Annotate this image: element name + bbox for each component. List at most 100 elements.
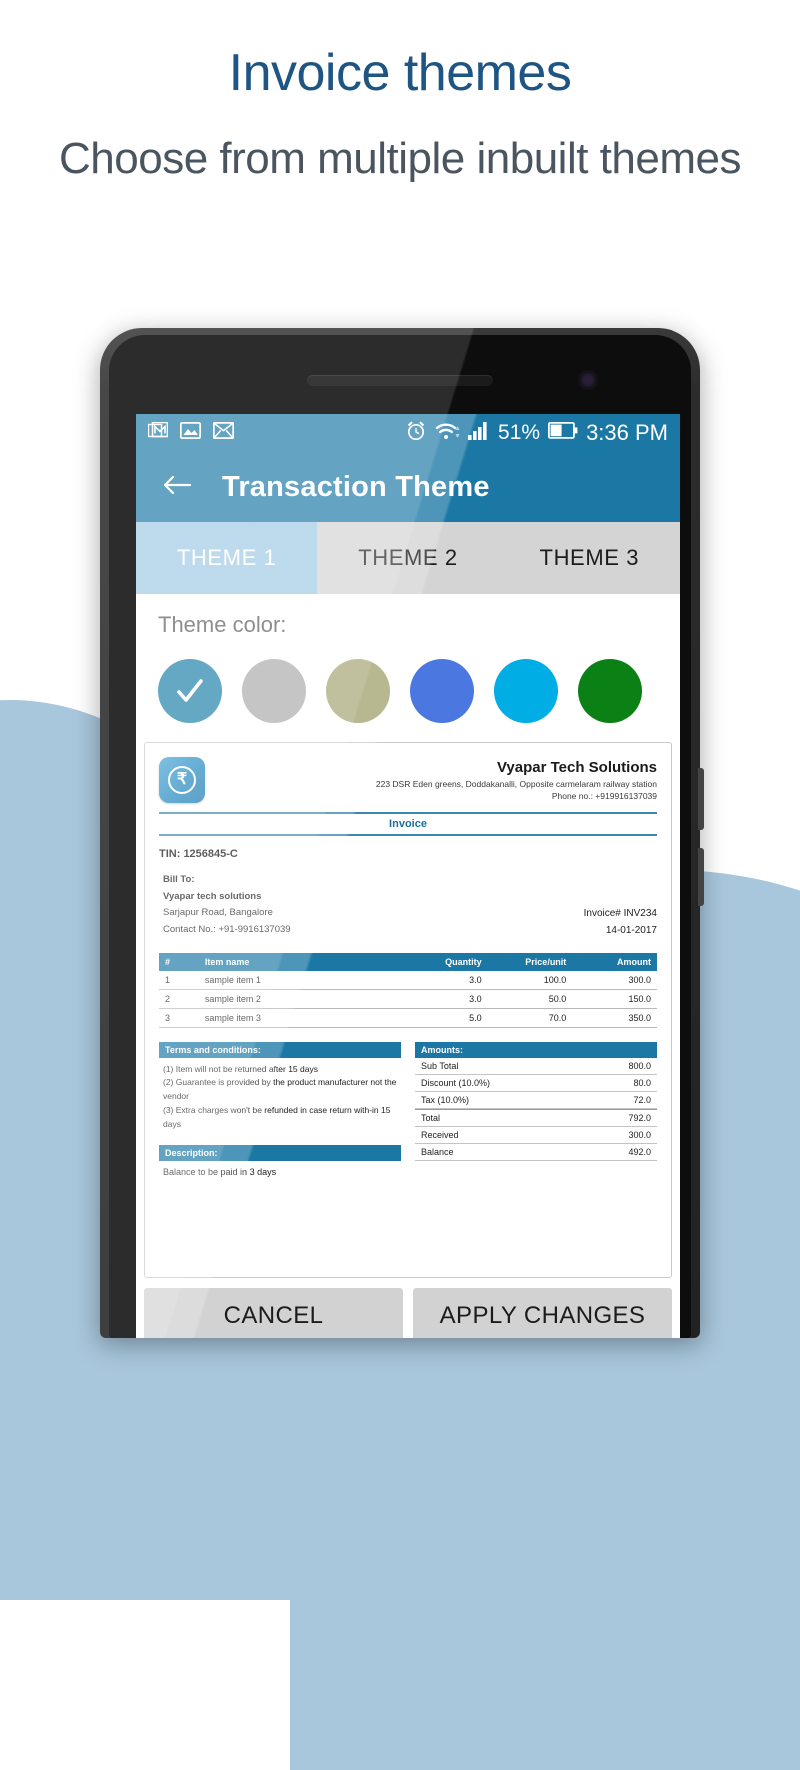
bill-to-name: Vyapar tech solutions: [163, 890, 262, 902]
amount-label: Discount (10.0%): [421, 1077, 491, 1088]
battery-icon: [548, 421, 578, 444]
invoice-tin: TIN: 1256845-C: [159, 848, 238, 860]
phone-screen: 51% 3:36 PM Transaction Theme THEME 1 TH…: [136, 414, 680, 1338]
terms-line-1: (1) Item will not be returned after 15 d…: [163, 1063, 318, 1074]
invoice-company-phone: Phone no.: +919916137039: [551, 791, 657, 801]
amount-value: 792.0: [628, 1112, 651, 1123]
swatch-dark-green[interactable]: [578, 659, 642, 723]
alarm-icon: [405, 420, 427, 447]
invoice-company-block: Vyapar Tech Solutions 223 DSR Eden green…: [376, 757, 657, 801]
swatch-gray[interactable]: [242, 659, 306, 723]
bill-to-label: Bill To:: [163, 874, 195, 885]
action-bar: CANCEL APPLY CHANGES: [136, 1278, 680, 1338]
col-index: #: [159, 952, 199, 971]
check-icon: [177, 679, 203, 702]
swatch-cyan[interactable]: [494, 659, 558, 723]
amount-label: Sub Total: [421, 1060, 459, 1071]
cell-quantity: 3.0: [407, 989, 488, 1009]
rupee-symbol: ₹: [168, 766, 196, 794]
cell-itemname: sample item 2: [198, 989, 408, 1009]
photos-icon: [179, 421, 202, 444]
invoice-preview-card: ₹ Vyapar Tech Solutions 223 DSR Eden gre…: [144, 742, 672, 1278]
cell-index: 3: [159, 1008, 199, 1028]
tab-bar: THEME 1 THEME 2 THEME 3: [136, 522, 680, 594]
amount-row: Tax (10.0%) 72.0: [415, 1092, 657, 1109]
back-arrow-icon[interactable]: [162, 473, 192, 502]
invoice-header: ₹ Vyapar Tech Solutions 223 DSR Eden gre…: [159, 757, 657, 803]
description-body: Balance to be paid in 3 days: [163, 1167, 277, 1178]
tab-theme-2[interactable]: THEME 2: [317, 522, 498, 594]
cell-quantity: 3.0: [407, 970, 488, 990]
invoice-bill-to: Bill To: Vyapar tech solutions Sarjapur …: [159, 872, 291, 939]
cell-price: 100.0: [487, 970, 573, 990]
battery-percent-label: 51%: [498, 421, 541, 444]
amount-row: Received 300.0: [415, 1127, 657, 1144]
items-table-head: # Item name Quantity Price/unit Amount: [159, 952, 657, 971]
status-time: 3:36 PM: [586, 420, 668, 445]
phone-mockup: 51% 3:36 PM Transaction Theme THEME 1 TH…: [100, 328, 704, 1338]
swatch-royal-blue[interactable]: [410, 659, 474, 723]
tab-theme-3[interactable]: THEME 3: [499, 522, 680, 594]
cell-itemname: sample item 3: [198, 1008, 408, 1028]
amount-value: 492.0: [628, 1146, 651, 1157]
invoice-number: Invoice# INV234: [583, 907, 657, 919]
page-title: Invoice themes: [228, 44, 572, 102]
amount-row: Balance 492.0: [415, 1144, 657, 1161]
cell-amount: 150.0: [572, 989, 657, 1009]
gmail-icon: [147, 421, 169, 444]
terms-line-2: (2) Guarantee is provided by the product…: [163, 1077, 397, 1102]
col-amount: Amount: [572, 952, 657, 971]
cell-amount: 300.0: [572, 970, 657, 990]
mail-icon: [212, 421, 235, 444]
phone-power-button[interactable]: [698, 768, 704, 830]
col-price: Price/unit: [487, 952, 573, 971]
cell-price: 70.0: [487, 1008, 573, 1028]
items-table-header-row: # Item name Quantity Price/unit Amount: [159, 952, 657, 971]
amount-row: Discount (10.0%) 80.0: [415, 1075, 657, 1092]
signal-bars-icon: [468, 421, 490, 446]
phone-front-camera: [580, 372, 596, 388]
amount-row: Sub Total 800.0: [415, 1058, 657, 1075]
status-bar: 51% 3:36 PM: [136, 414, 680, 452]
status-bar-left-icons: [147, 421, 235, 444]
invoice-divider-bottom: [159, 834, 657, 836]
amount-value: 800.0: [628, 1060, 651, 1071]
phone-volume-button[interactable]: [698, 848, 704, 906]
swatch-olive[interactable]: [326, 659, 390, 723]
cell-amount: 350.0: [572, 1008, 657, 1028]
description-title: Description:: [159, 1145, 401, 1162]
terms-title: Terms and conditions:: [159, 1041, 401, 1058]
theme-color-swatch-row[interactable]: [158, 654, 658, 728]
promo-headings: Invoice themes Choose from multiple inbu…: [0, 0, 800, 184]
cell-itemname: sample item 1: [198, 970, 408, 990]
invoice-terms-column: Terms and conditions: (1) Item will not …: [159, 1041, 401, 1178]
invoice-billing-row: Bill To: Vyapar tech solutions Sarjapur …: [159, 872, 657, 939]
cell-price: 50.0: [487, 989, 573, 1009]
col-itemname: Item name: [198, 952, 408, 971]
cell-quantity: 5.0: [407, 1008, 488, 1028]
apply-changes-button[interactable]: APPLY CHANGES: [413, 1288, 672, 1338]
app-bar-title: Transaction Theme: [222, 470, 490, 503]
bill-to-address: Sarjapur Road, Bangalore: [163, 907, 273, 919]
invoice-doc-type: Invoice: [389, 818, 427, 830]
items-table-body: 1 sample item 1 3.0 100.0 300.0 2 sample…: [159, 970, 657, 1028]
invoice-meta: Invoice# INV234 14-01-2017: [584, 905, 657, 939]
amount-label: Tax (10.0%): [421, 1094, 470, 1105]
cancel-button[interactable]: CANCEL: [144, 1288, 403, 1338]
theme-color-label: Theme color:: [158, 612, 287, 637]
invoice-company-address: 223 DSR Eden greens, Doddakanalli, Oppos…: [375, 779, 657, 789]
cell-index: 1: [159, 970, 199, 990]
invoice-date: 14-01-2017: [605, 924, 657, 936]
app-bar: Transaction Theme: [136, 452, 680, 522]
table-row: 1 sample item 1 3.0 100.0 300.0: [159, 970, 657, 990]
page-subtitle: Choose from multiple inbuilt themes: [59, 133, 741, 183]
bill-to-contact: Contact No.: +91-9916137039: [163, 923, 291, 935]
table-row: 2 sample item 2 3.0 50.0 150.0: [159, 989, 657, 1009]
tab-theme-1[interactable]: THEME 1: [136, 522, 318, 594]
col-quantity: Quantity: [407, 952, 488, 971]
swatch-teal-blue[interactable]: [158, 659, 222, 723]
status-bar-right-icons: 51% 3:36 PM: [405, 420, 668, 447]
amount-value: 300.0: [628, 1129, 651, 1140]
phone-speaker-grille: [307, 375, 493, 386]
invoice-bottom-blocks: Terms and conditions: (1) Item will not …: [159, 1041, 657, 1178]
